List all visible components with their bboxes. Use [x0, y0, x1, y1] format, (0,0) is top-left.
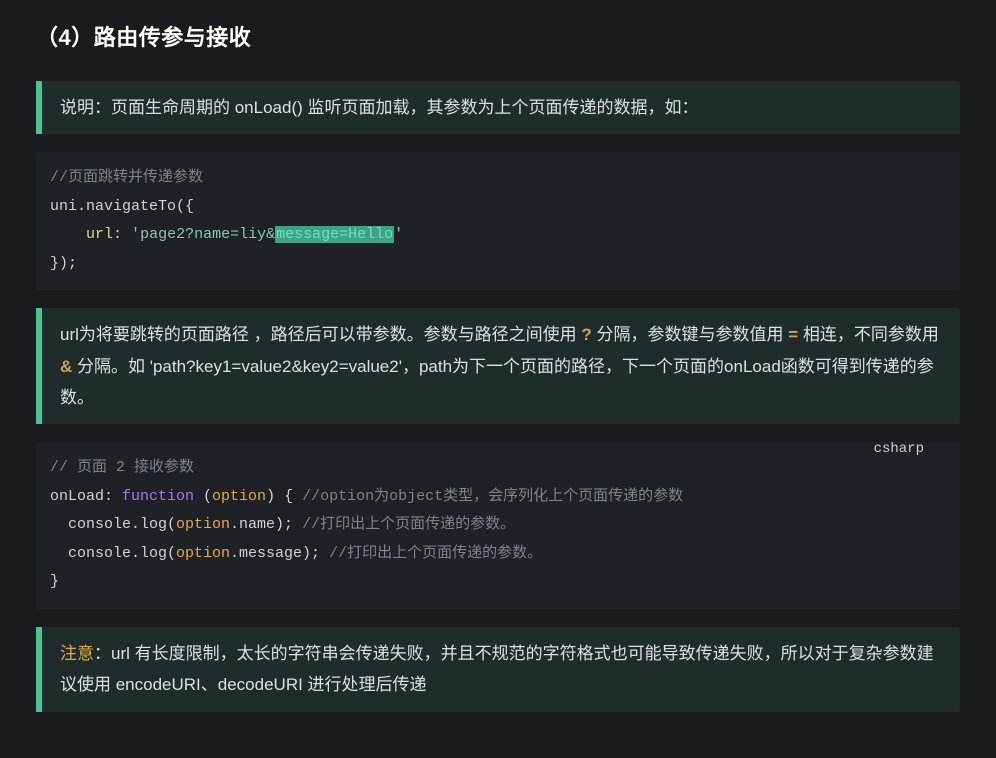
note-quote-warning: 注意：url 有长度限制，太长的字符串会传递失败，并且不规范的字符格式也可能导致… [36, 627, 960, 712]
note-text: url为将要跳转的页面路径 ，路径后可以带参数。参数与路径之间使用 [60, 325, 581, 344]
code-language-tag: csharp [858, 442, 940, 465]
inline-question-mark: ? [581, 325, 591, 344]
code-keyword: function [122, 488, 194, 505]
code-key: url [86, 226, 113, 243]
code-quote-open: ' [131, 226, 140, 243]
note-quote-1: 说明：页面生命周期的 onLoad() 监听页面加载，其参数为上个页面传递的数据… [36, 81, 960, 134]
code-text: .message); [230, 545, 329, 562]
code-comment: //页面跳转并传递参数 [50, 169, 203, 186]
code-block-onload: csharp// 页面 2 接收参数 onLoad: function (opt… [36, 442, 960, 609]
warning-label: 注意 [60, 644, 94, 663]
code-comment: //option为object类型，会序列化上个页面传递的参数 [302, 488, 683, 505]
code-line: }); [50, 255, 77, 272]
code-param: option [176, 516, 230, 533]
note-text: 相连，不同参数用 [798, 325, 939, 344]
note-text: 说明：页面生命周期的 onLoad() 监听页面加载，其参数为上个页面传递的数据… [60, 98, 699, 117]
code-text: .name); [230, 516, 302, 533]
inline-ampersand: & [60, 357, 72, 376]
code-comment: //打印出上个页面传递的参数。 [302, 516, 515, 533]
code-text: } [50, 573, 59, 590]
code-text: onLoad: [50, 488, 122, 505]
code-quote-close: ' [394, 226, 403, 243]
code-comment: // 页面 2 接收参数 [50, 459, 194, 476]
article-section: （4）路由传参与接收 说明：页面生命周期的 onLoad() 监听页面加载，其参… [0, 0, 996, 758]
note-text: 分隔，参数键与参数值用 [592, 325, 788, 344]
inline-equals: = [788, 325, 798, 344]
code-string-highlight: message=Hello [275, 226, 394, 243]
code-punc: ) { [266, 488, 302, 505]
code-param: option [176, 545, 230, 562]
code-block-navigate: //页面跳转并传递参数 uni.navigateTo({ url: 'page2… [36, 152, 960, 290]
code-string: page2?name=liy& [140, 226, 275, 243]
code-comment: //打印出上个页面传递的参数。 [329, 545, 542, 562]
section-heading: （4）路由传参与接收 [36, 18, 960, 59]
code-punc: : [113, 226, 131, 243]
note-quote-2: url为将要跳转的页面路径 ，路径后可以带参数。参数与路径之间使用 ? 分隔，参… [36, 308, 960, 424]
code-text: console.log( [50, 516, 176, 533]
code-punc: ( [194, 488, 212, 505]
code-text: console.log( [50, 545, 176, 562]
warning-text: ：url 有长度限制，太长的字符串会传递失败，并且不规范的字符格式也可能导致传递… [60, 644, 934, 694]
code-line: uni.navigateTo({ [50, 198, 194, 215]
code-param: option [212, 488, 266, 505]
note-text: 分隔。如 'path?key1=value2&key2=value2'，path… [60, 357, 934, 407]
